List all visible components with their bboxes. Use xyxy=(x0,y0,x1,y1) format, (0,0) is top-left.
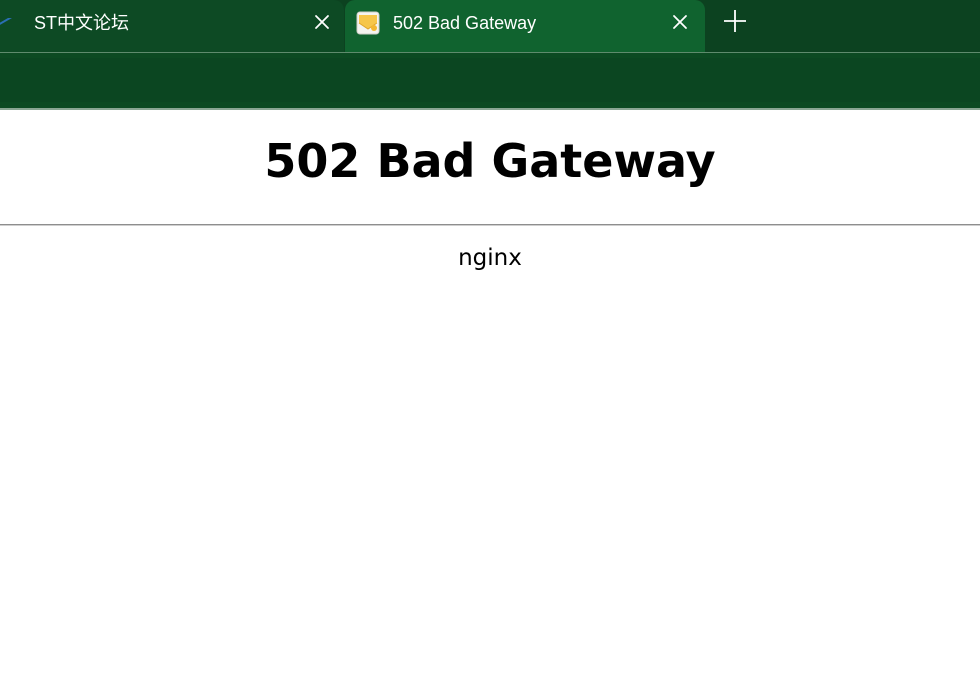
tab-502-bad-gateway[interactable]: 502 Bad Gateway xyxy=(345,0,705,52)
tab-strip: ST中文论坛 502 Bad Gateway xyxy=(0,0,980,52)
divider xyxy=(0,224,980,226)
server-name: nginx xyxy=(458,245,522,271)
toolbar-band xyxy=(0,58,980,102)
browser-toolbar xyxy=(0,52,980,110)
plus-icon[interactable] xyxy=(722,8,748,34)
tab-st-forum[interactable]: ST中文论坛 xyxy=(0,0,344,52)
page-content: 502 Bad Gateway nginx xyxy=(0,111,980,690)
close-icon[interactable] xyxy=(312,12,332,32)
page-title: 502 Bad Gateway xyxy=(264,134,716,188)
envelope-icon xyxy=(356,11,380,35)
tab-title: 502 Bad Gateway xyxy=(393,13,537,33)
close-icon[interactable] xyxy=(670,12,690,32)
st-logo-icon xyxy=(0,18,12,25)
tab-title: ST中文论坛 xyxy=(34,13,130,33)
